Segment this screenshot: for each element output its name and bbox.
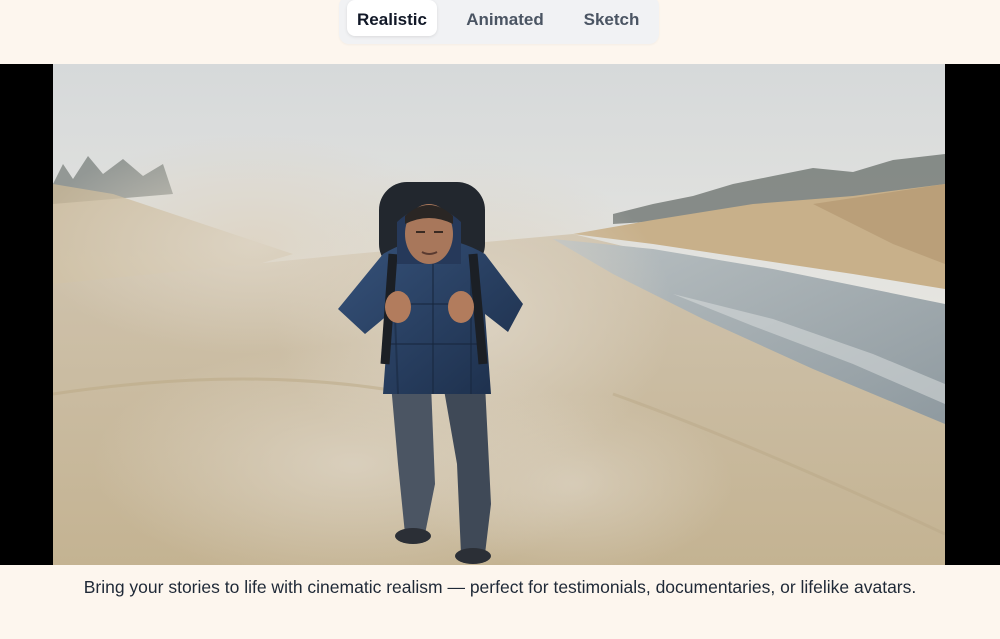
tab-realistic[interactable]: Realistic <box>347 0 437 36</box>
style-tab-bar: Realistic Animated Sketch <box>339 0 659 44</box>
tab-sketch[interactable]: Sketch <box>574 0 649 36</box>
style-description: Bring your stories to life with cinemati… <box>83 577 917 597</box>
video-frame-image <box>53 64 945 565</box>
video-preview[interactable] <box>0 64 1000 565</box>
sandstorm-scene <box>53 64 945 565</box>
tab-animated[interactable]: Animated <box>457 0 553 36</box>
